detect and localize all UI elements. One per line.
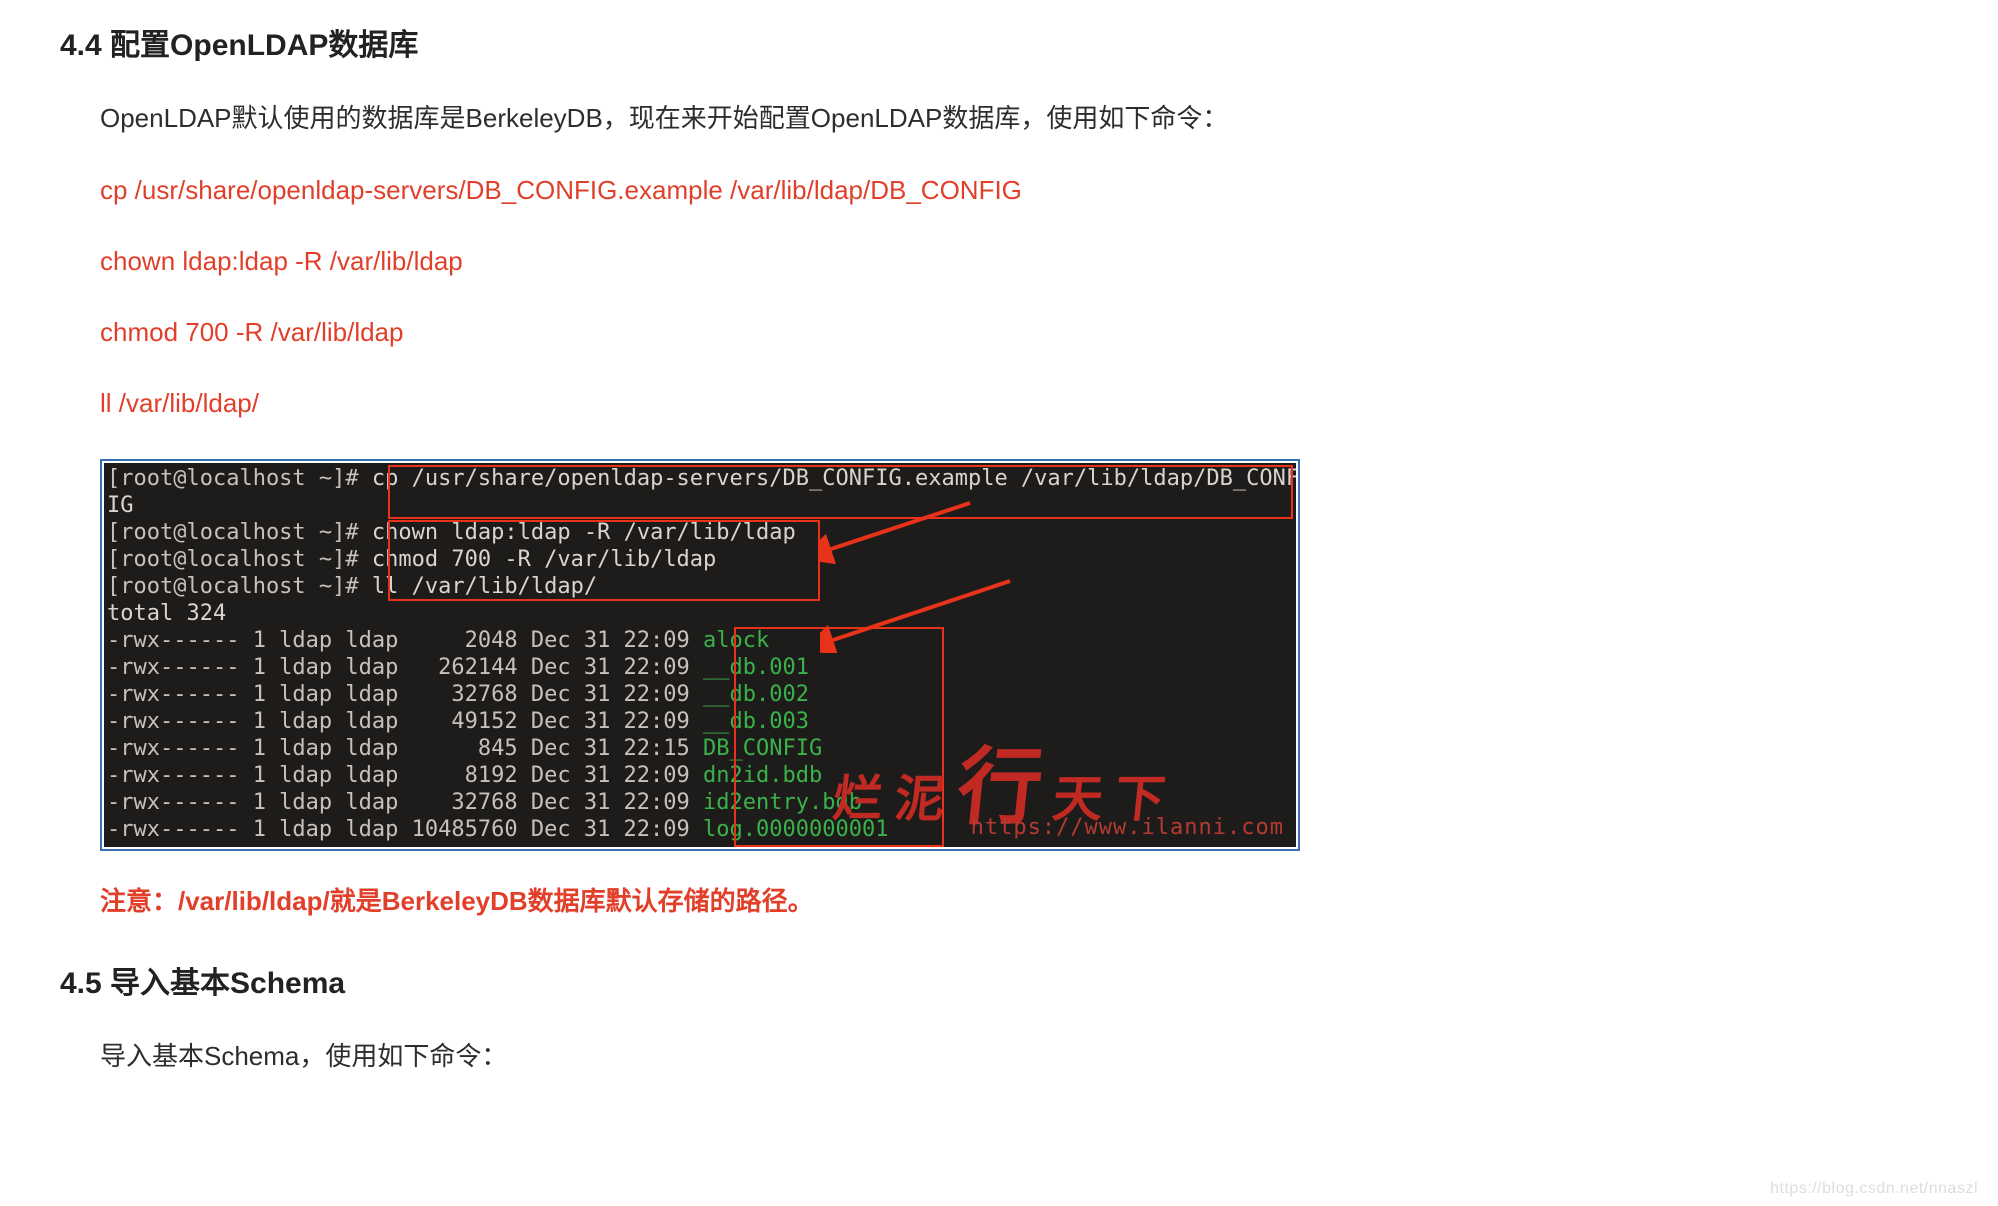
file-name: __db.002 <box>703 682 809 707</box>
terminal-total: total 324 <box>107 600 1293 627</box>
section-4-4-body: OpenLDAP默认使用的数据库是BerkeleyDB，现在来开始配置OpenL… <box>100 98 1938 918</box>
file-name: dn2id.bdb <box>703 763 822 788</box>
command-line: chown ldap:ldap -R /var/lib/ldap <box>100 246 1938 277</box>
file-attrs: -rwx------ 1 ldap ldap 10485760 Dec 31 2… <box>107 817 690 842</box>
terminal-prompt: [root@localhost ~]# <box>107 520 359 545</box>
file-name: DB_CONFIG <box>703 736 822 761</box>
terminal-cmd: chown ldap:ldap -R /var/lib/ldap <box>372 520 796 545</box>
command-line: ll /var/lib/ldap/ <box>100 388 1938 419</box>
document-page: 4.4 配置OpenLDAP数据库 OpenLDAP默认使用的数据库是Berke… <box>0 0 1998 1206</box>
terminal-content: [root@localhost ~]# cp /usr/share/openld… <box>104 463 1296 847</box>
file-attrs: -rwx------ 1 ldap ldap 49152 Dec 31 22:0… <box>107 709 690 734</box>
section-4-5-title: 4.5 导入基本Schema <box>60 958 1938 1002</box>
file-attrs: -rwx------ 1 ldap ldap 845 Dec 31 22:15 <box>107 736 690 761</box>
file-attrs: -rwx------ 1 ldap ldap 8192 Dec 31 22:09 <box>107 763 690 788</box>
section-4-5-body: 导入基本Schema，使用如下命令： <box>100 1036 1938 1073</box>
terminal-prompt: [root@localhost ~]# <box>107 466 359 491</box>
file-name: __db.001 <box>703 655 809 680</box>
page-source-watermark: https://blog.csdn.net/nnaszl <box>1770 1180 1978 1198</box>
terminal-prompt: [root@localhost ~]# <box>107 574 359 599</box>
command-line: cp /usr/share/openldap-servers/DB_CONFIG… <box>100 175 1938 206</box>
file-name: __db.003 <box>703 709 809 734</box>
command-line: chmod 700 -R /var/lib/ldap <box>100 317 1938 348</box>
file-attrs: -rwx------ 1 ldap ldap 2048 Dec 31 22:09 <box>107 628 690 653</box>
file-attrs: -rwx------ 1 ldap ldap 32768 Dec 31 22:0… <box>107 790 690 815</box>
terminal-cmd: ll /var/lib/ldap/ <box>372 574 597 599</box>
section-4-4-title: 4.4 配置OpenLDAP数据库 <box>60 20 1938 64</box>
watermark-url: https://www.ilanni.com <box>971 814 1284 841</box>
file-name: alock <box>703 628 769 653</box>
terminal-cmd: chmod 700 -R /var/lib/ldap <box>372 547 716 572</box>
file-attrs: -rwx------ 1 ldap ldap 262144 Dec 31 22:… <box>107 655 690 680</box>
terminal-cmd-wrap: IG <box>107 492 1293 519</box>
terminal-prompt: [root@localhost ~]# <box>107 547 359 572</box>
section-4-5-intro: 导入基本Schema，使用如下命令： <box>100 1036 1938 1073</box>
terminal-screenshot: [root@localhost ~]# cp /usr/share/openld… <box>100 459 1300 851</box>
file-attrs: -rwx------ 1 ldap ldap 32768 Dec 31 22:0… <box>107 682 690 707</box>
terminal-cmd: cp /usr/share/openldap-servers/DB_CONFIG… <box>372 466 1296 491</box>
section-4-4-note: 注意：/var/lib/ldap/就是BerkeleyDB数据库默认存储的路径。 <box>100 881 1938 918</box>
section-4-4-intro: OpenLDAP默认使用的数据库是BerkeleyDB，现在来开始配置OpenL… <box>100 98 1938 135</box>
